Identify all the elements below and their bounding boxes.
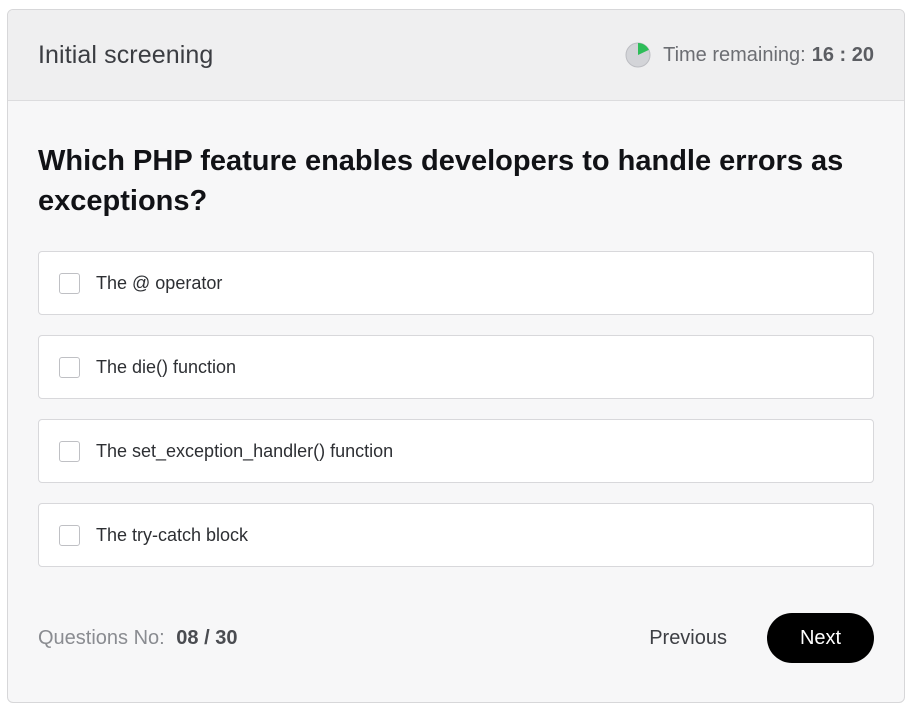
option-4-checkbox[interactable]: [59, 524, 80, 546]
option-4[interactable]: The try-catch block: [38, 503, 874, 567]
question-counter: Questions No: 08 / 30: [38, 627, 237, 650]
option-1-checkbox[interactable]: [59, 272, 80, 294]
timer: Time remaining: 16 : 20: [625, 42, 874, 68]
timer-value: 16 : 20: [811, 43, 874, 66]
quiz-card: Initial screening Time remaining: 16 : 2…: [7, 9, 905, 703]
option-1[interactable]: The @ operator: [38, 251, 874, 315]
option-2-checkbox[interactable]: [59, 356, 80, 378]
previous-button[interactable]: Previous: [649, 627, 727, 650]
question-counter-label: Questions No:: [38, 626, 165, 649]
navigation: Previous Next: [649, 613, 874, 663]
timer-pie-icon: [625, 42, 651, 68]
page-title: Initial screening: [38, 40, 214, 69]
option-2[interactable]: The die() function: [38, 335, 874, 399]
timer-label: Time remaining:: [663, 43, 806, 66]
next-button[interactable]: Next: [767, 613, 874, 663]
question-section: Which PHP feature enables developers to …: [8, 101, 904, 567]
quiz-footer: Questions No: 08 / 30 Previous Next: [38, 613, 874, 663]
quiz-header: Initial screening Time remaining: 16 : 2…: [8, 10, 904, 101]
option-1-label: The @ operator: [96, 272, 223, 293]
question-counter-value: 08 / 30: [176, 626, 238, 649]
option-3-checkbox[interactable]: [59, 440, 80, 462]
option-3-label: The set_exception_handler() function: [96, 440, 394, 461]
question-text: Which PHP feature enables developers to …: [38, 145, 844, 217]
option-3[interactable]: The set_exception_handler() function: [38, 419, 874, 483]
option-2-label: The die() function: [96, 356, 237, 377]
option-4-label: The try-catch block: [96, 524, 249, 545]
options-list: The @ operator The die() function The se…: [38, 251, 874, 567]
